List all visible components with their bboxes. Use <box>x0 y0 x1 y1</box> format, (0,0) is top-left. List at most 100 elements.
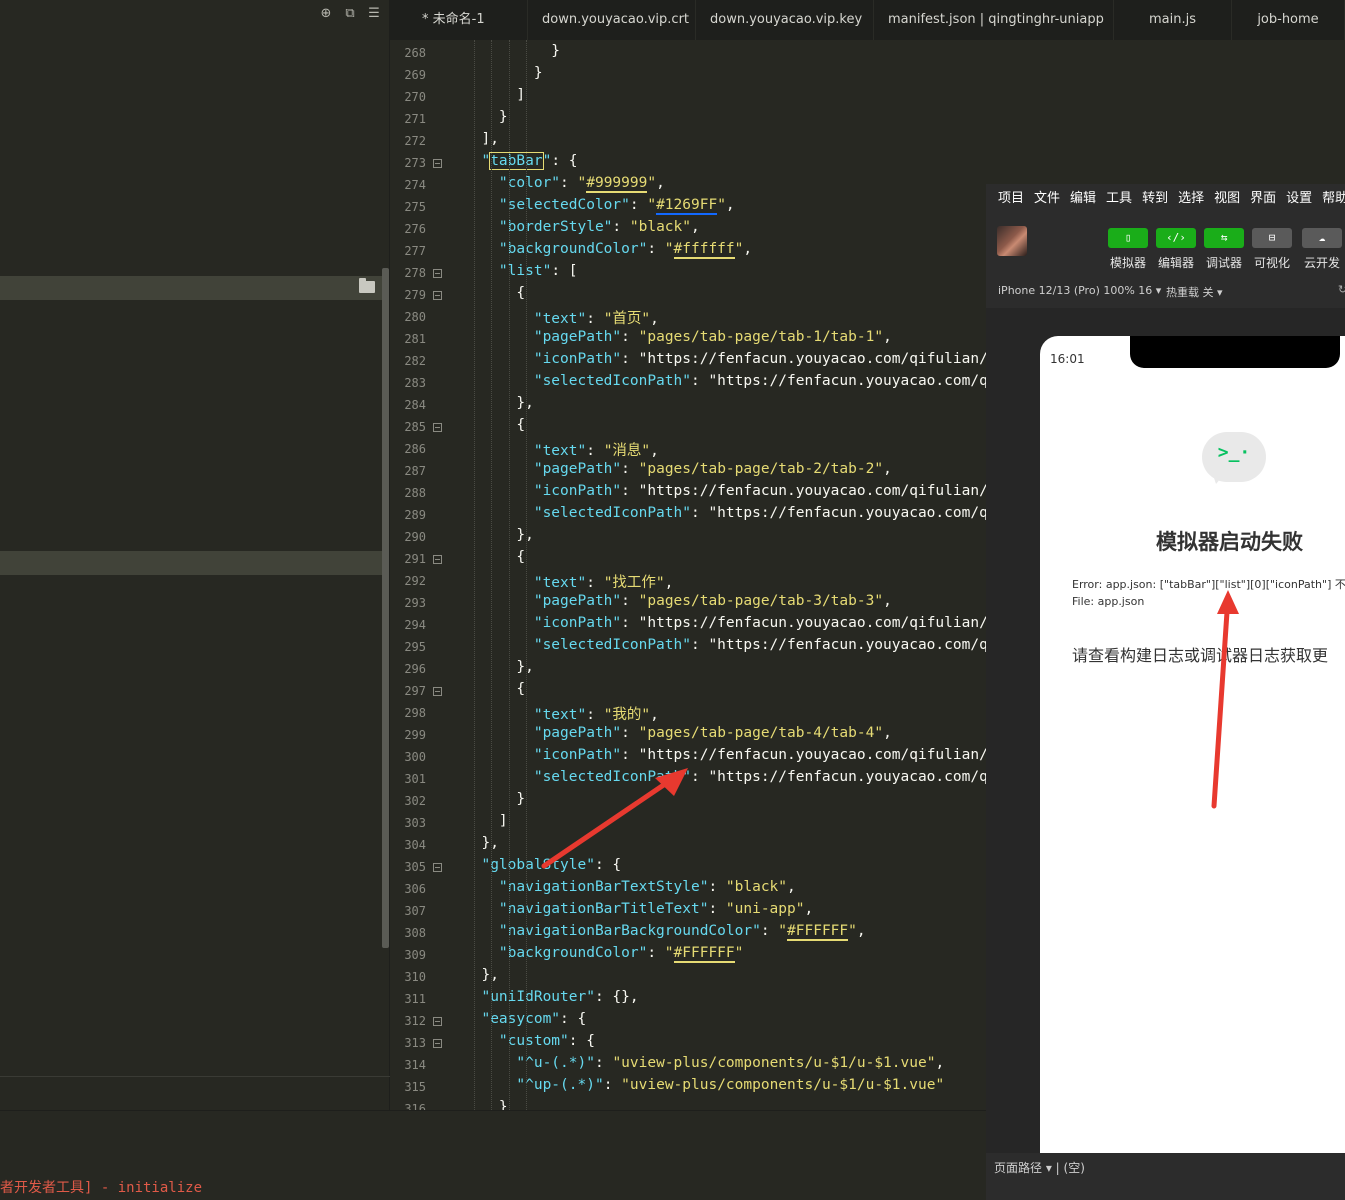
line-number: 279 <box>404 288 426 302</box>
tab-manifest[interactable]: manifest.json | qingtinghr-uniapp <box>874 0 1114 40</box>
code-line[interactable]: } <box>464 43 560 59</box>
menu-item[interactable]: 选择 <box>1178 184 1204 214</box>
collapse-icon[interactable]: ⧉ <box>343 6 357 21</box>
menu-item[interactable]: 项目 <box>998 184 1024 214</box>
code-line[interactable]: "pagePath": "pages/tab-page/tab-1/tab-1"… <box>464 329 892 345</box>
code-line[interactable]: ], <box>464 131 498 147</box>
code-line[interactable]: "iconPath": "https://fenfacun.youyacao.c… <box>464 747 988 763</box>
visual-button[interactable]: ⊟ <box>1252 228 1292 248</box>
fold-toggle-icon[interactable] <box>433 269 442 278</box>
code-line[interactable]: }, <box>464 967 498 983</box>
fold-toggle-icon[interactable] <box>433 1017 442 1026</box>
code-line[interactable]: "^u-(.*)": "uview-plus/components/u-$1/u… <box>464 1055 944 1071</box>
line-number: 286 <box>404 442 426 456</box>
explorer-selected-row[interactable] <box>0 276 383 300</box>
line-number: 282 <box>404 354 426 368</box>
device-select[interactable]: iPhone 12/13 (Pro) 100% 16 ▾ <box>998 284 1161 297</box>
code-line[interactable]: "custom": { <box>464 1033 595 1049</box>
code-line[interactable]: "list": [ <box>464 263 578 279</box>
line-number: 315 <box>404 1080 426 1094</box>
tab-key[interactable]: down.youyacao.vip.key <box>696 0 874 40</box>
line-number: 294 <box>404 618 426 632</box>
code-line[interactable]: "selectedIconPath": "https://fenfacun.yo… <box>464 769 988 785</box>
code-line[interactable]: "backgroundColor": "#ffffff", <box>464 241 752 259</box>
code-line[interactable]: "iconPath": "https://fenfacun.youyacao.c… <box>464 615 988 631</box>
line-number-gutter: 268 269 270 271 272 273 274 275 276 277 278 279 280 2… <box>390 40 454 1110</box>
code-line[interactable]: "selectedIconPath": "https://fenfacun.yo… <box>464 637 988 653</box>
locate-icon[interactable]: ⊕ <box>319 6 333 21</box>
line-number: 274 <box>404 178 426 192</box>
explorer-scrollbar[interactable] <box>382 268 389 948</box>
code-line[interactable]: "pagePath": "pages/tab-page/tab-3/tab-3"… <box>464 593 892 609</box>
error-file: File: app.json <box>1072 595 1145 608</box>
line-number: 270 <box>404 90 426 104</box>
phone-area: 16:01 >_· 模拟器启动失败 Error: app.json: ["tab… <box>986 308 1345 1153</box>
menu-item[interactable]: 工具 <box>1106 184 1132 214</box>
code-line[interactable]: "backgroundColor": "#FFFFFF" <box>464 945 743 963</box>
menu-item[interactable]: 设置 <box>1286 184 1312 214</box>
fold-toggle-icon[interactable] <box>433 555 442 564</box>
code-line[interactable]: "color": "#999999", <box>464 175 665 193</box>
menu-item[interactable]: 界面 <box>1250 184 1276 214</box>
code-line[interactable]: "navigationBarTitleText": "uni-app", <box>464 901 813 917</box>
code-line[interactable]: }, <box>464 835 498 851</box>
line-number: 291 <box>404 552 426 566</box>
fold-toggle-icon[interactable] <box>433 863 442 872</box>
simulator-footer: 页面路径 ▾ | (空) <box>986 1153 1345 1200</box>
code-line[interactable]: } <box>464 1099 508 1110</box>
page-path-select[interactable]: 页面路径 ▾ | (空) <box>994 1159 1085 1176</box>
error-hint: 请查看构建日志或调试器日志获取更 <box>1072 646 1329 665</box>
code-line[interactable]: "text": "首页", <box>464 307 659 328</box>
menu-item[interactable]: 视图 <box>1214 184 1240 214</box>
code-line[interactable]: "text": "我的", <box>464 703 659 724</box>
code-line[interactable]: "^up-(.*)": "uview-plus/components/u-$1/… <box>464 1077 944 1093</box>
menu-item[interactable]: 转到 <box>1142 184 1168 214</box>
tab-untitled[interactable]: * 未命名-1 <box>390 0 528 40</box>
code-line[interactable]: "text": "消息", <box>464 439 659 460</box>
line-number: 309 <box>404 948 426 962</box>
debugger-button[interactable]: ⇆ <box>1204 228 1244 248</box>
line-number: 269 <box>404 68 426 82</box>
fold-toggle-icon[interactable] <box>433 423 442 432</box>
menu-item[interactable]: 编辑 <box>1070 184 1096 214</box>
code-line[interactable]: "iconPath": "https://fenfacun.youyacao.c… <box>464 483 988 499</box>
menu-item[interactable]: 文件 <box>1034 184 1060 214</box>
editor-button[interactable]: ‹/› <box>1156 228 1196 248</box>
code-line[interactable]: "navigationBarTextStyle": "black", <box>464 879 796 895</box>
code-line[interactable]: "iconPath": "https://fenfacun.youyacao.c… <box>464 351 988 367</box>
fold-toggle-icon[interactable] <box>433 1039 442 1048</box>
line-number: 310 <box>404 970 426 984</box>
code-line[interactable]: ] <box>464 813 508 829</box>
simulator-window: 项目 文件 编辑 工具 转到 选择 视图 界面 设置 帮助 ▯ ‹/› ⇆ ⊟ ☁ 模拟器 编辑器… <box>986 184 1345 1200</box>
explorer-row[interactable] <box>0 551 383 575</box>
code-line[interactable]: "navigationBarBackgroundColor": "#FFFFFF… <box>464 923 866 941</box>
code-line[interactable]: } <box>464 109 508 125</box>
menu-item[interactable]: 帮助 <box>1322 184 1345 214</box>
line-number: 272 <box>404 134 426 148</box>
code-line[interactable]: } <box>464 65 543 81</box>
tab-crt[interactable]: down.youyacao.vip.crt <box>528 0 696 40</box>
code-editor[interactable]: 268 269 270 271 272 273 274 275 276 277 278 279 280 2… <box>390 40 990 1110</box>
code-line[interactable]: "selectedIconPath": "https://fenfacun.yo… <box>464 373 988 389</box>
cloud-button[interactable]: ☁ <box>1302 228 1342 248</box>
code-line[interactable]: "pagePath": "pages/tab-page/tab-4/tab-4"… <box>464 725 892 741</box>
refresh-icon[interactable]: ↻ <box>1338 283 1345 296</box>
tab-job-home[interactable]: job-home <box>1232 0 1345 40</box>
indent-guide <box>473 40 475 1110</box>
fold-toggle-icon[interactable] <box>433 687 442 696</box>
code-line[interactable]: "tabBar": { <box>464 152 578 170</box>
code-line[interactable]: "globalStyle": { <box>464 857 621 873</box>
code-line[interactable]: "pagePath": "pages/tab-page/tab-2/tab-2"… <box>464 461 892 477</box>
code-line[interactable]: "selectedColor": "#1269FF", <box>464 197 735 215</box>
code-line[interactable]: "borderStyle": "black", <box>464 219 700 235</box>
menu-icon[interactable]: ☰ <box>367 6 381 21</box>
fold-toggle-icon[interactable] <box>433 159 442 168</box>
fold-toggle-icon[interactable] <box>433 291 442 300</box>
code-line[interactable]: "text": "找工作", <box>464 571 674 592</box>
avatar[interactable] <box>997 226 1027 256</box>
line-number: 302 <box>404 794 426 808</box>
simulator-button[interactable]: ▯ <box>1108 228 1148 248</box>
hot-reload-toggle[interactable]: 热重载 关 ▾ <box>1166 284 1223 300</box>
code-line[interactable]: "selectedIconPath": "https://fenfacun.yo… <box>464 505 988 521</box>
tab-main-js[interactable]: main.js <box>1114 0 1232 40</box>
